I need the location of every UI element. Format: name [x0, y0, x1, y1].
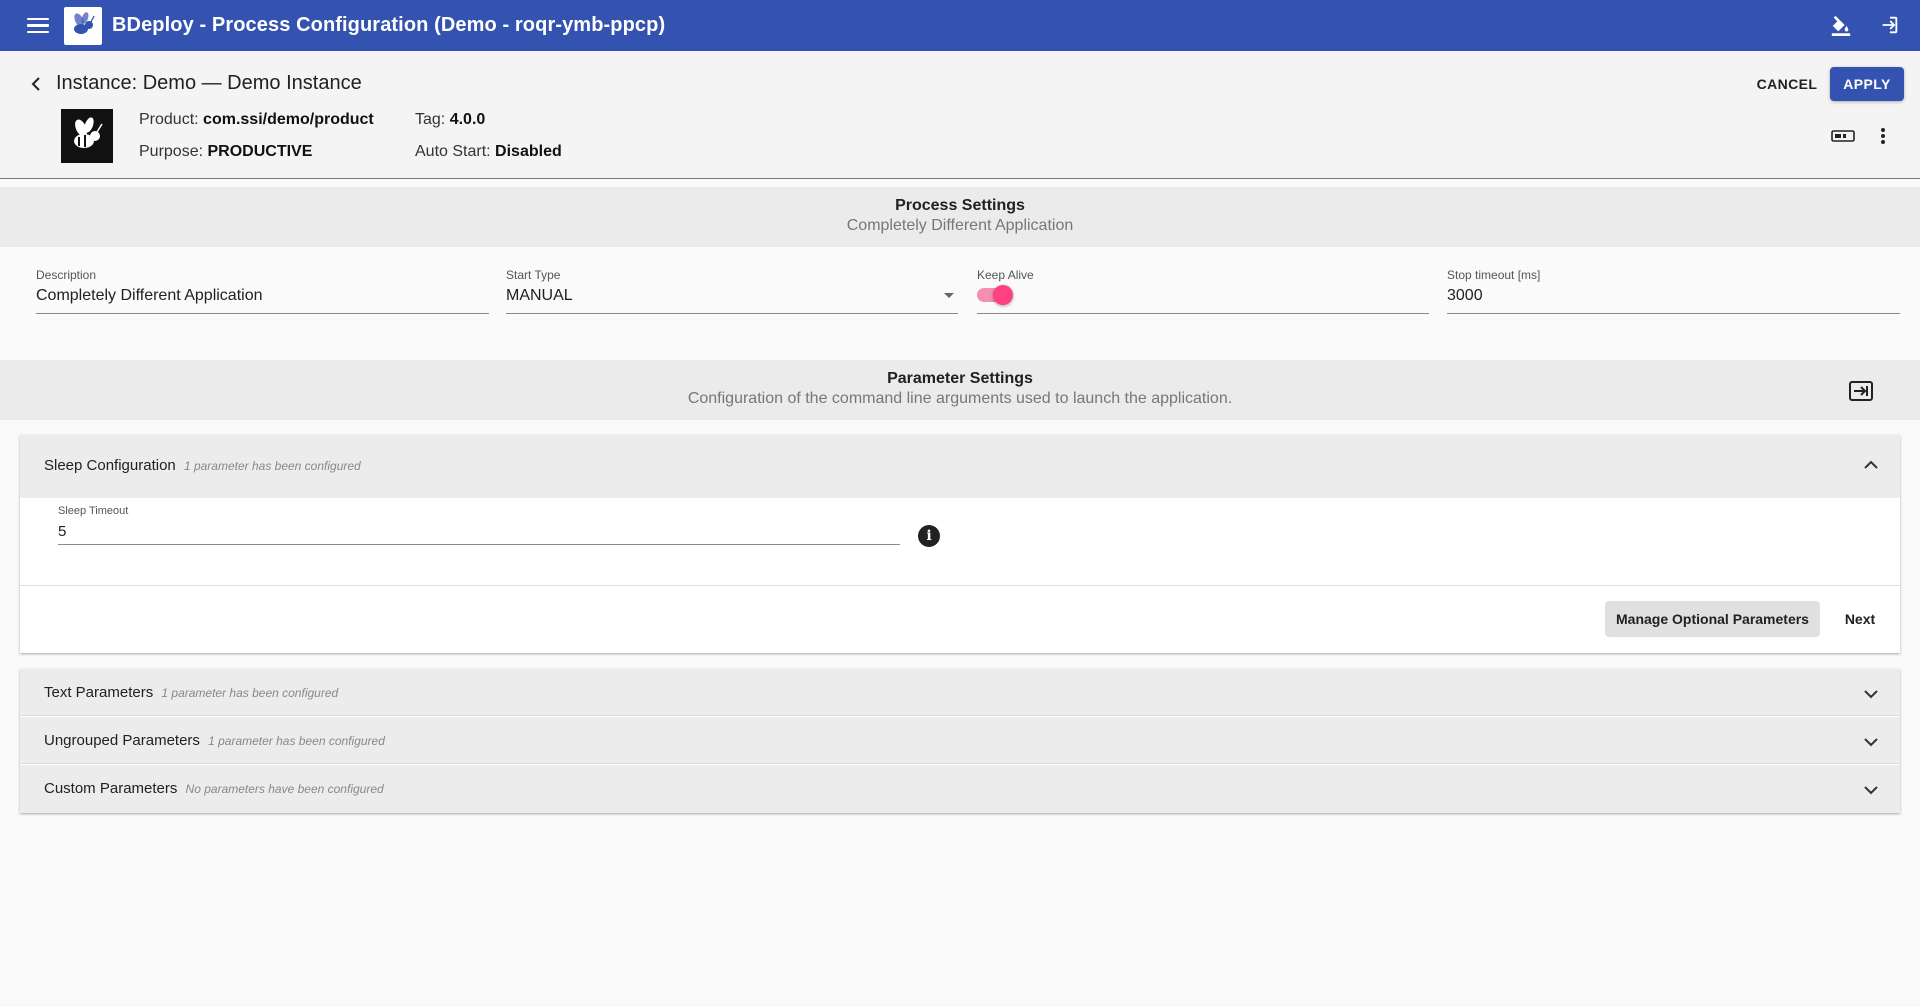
process-settings-subtitle: Completely Different Application — [846, 217, 1074, 234]
custom-parameters-header[interactable]: Custom Parameters No parameters have bee… — [20, 765, 1900, 813]
ungrouped-parameters-header[interactable]: Ungrouped Parameters 1 parameter has bee… — [20, 717, 1900, 764]
stop-timeout-field[interactable]: Stop timeout [ms] 3000 — [1447, 268, 1900, 314]
group-desc: 1 parameter has been configured — [183, 459, 361, 473]
tag-label: Tag: — [415, 111, 446, 128]
process-settings-title: Process Settings — [895, 197, 1025, 214]
description-field[interactable]: Description Completely Different Applica… — [36, 268, 489, 314]
keep-alive-label: Keep Alive — [977, 268, 1034, 282]
sleep-timeout-input[interactable]: 5 — [58, 523, 66, 540]
group-title: Sleep Configuration 1 parameter has been… — [44, 457, 361, 474]
autostart-label: Auto Start: — [415, 143, 491, 160]
product-info: Product: com.ssi/demo/product — [139, 111, 374, 129]
group-title-text: Text Parameters — [44, 684, 154, 701]
autostart-value: Disabled — [495, 143, 562, 160]
import-parameters-icon[interactable] — [1848, 380, 1874, 402]
collapsed-groups-panel: Text Parameters 1 parameter has been con… — [20, 669, 1900, 813]
tag-info: Tag: 4.0.0 — [415, 111, 485, 129]
next-button[interactable]: Next — [1830, 601, 1890, 637]
stop-timeout-input[interactable]: 3000 — [1447, 287, 1483, 305]
sleep-timeout-label: Sleep Timeout — [58, 505, 129, 517]
chevron-down-icon[interactable] — [1864, 735, 1878, 749]
text-parameters-header[interactable]: Text Parameters 1 parameter has been con… — [20, 669, 1900, 716]
parameter-settings-band: Parameter Settings Configuration of the … — [0, 360, 1920, 420]
instance-header: Instance: Demo — Demo Instance CANCEL AP… — [0, 51, 1920, 179]
parameter-settings-subtitle: Configuration of the command line argume… — [687, 390, 1233, 407]
product-logo — [61, 109, 113, 163]
group-title: Custom Parameters No parameters have bee… — [44, 780, 384, 797]
group-title: Ungrouped Parameters 1 parameter has bee… — [44, 732, 385, 749]
tag-value: 4.0.0 — [449, 111, 486, 128]
app-title: BDeploy - Process Configuration (Demo - … — [112, 14, 666, 36]
cancel-button[interactable]: CANCEL — [1748, 67, 1826, 101]
description-label: Description — [36, 268, 97, 282]
process-settings-band: Process Settings Completely Different Ap… — [0, 187, 1920, 247]
group-title-text: Sleep Configuration — [44, 457, 176, 474]
more-vert-icon[interactable] — [1872, 125, 1894, 147]
panel-divider — [20, 585, 1900, 586]
product-value: com.ssi/demo/product — [203, 111, 374, 128]
apply-button[interactable]: APPLY — [1830, 67, 1904, 101]
group-desc: 1 parameter has been configured — [161, 686, 339, 700]
sleep-configuration-header[interactable]: Sleep Configuration 1 parameter has been… — [20, 435, 1900, 498]
dropdown-arrow-icon[interactable] — [944, 293, 954, 298]
theme-paint-icon[interactable] — [1828, 12, 1854, 38]
chevron-left-icon[interactable] — [26, 72, 46, 96]
start-type-select[interactable]: Start Type MANUAL — [506, 268, 958, 314]
start-type-label: Start Type — [506, 268, 561, 282]
info-icon[interactable]: i — [918, 525, 940, 547]
sleep-timeout-field[interactable]: Sleep Timeout 5 — [58, 505, 900, 545]
process-port-icon[interactable] — [1830, 127, 1856, 145]
purpose-info: Purpose: PRODUCTIVE — [139, 143, 312, 161]
toggle-thumb[interactable] — [993, 285, 1013, 305]
stop-timeout-label: Stop timeout [ms] — [1447, 268, 1541, 282]
menu-icon[interactable] — [27, 17, 49, 34]
description-input[interactable]: Completely Different Application — [36, 287, 263, 305]
group-desc: No parameters have been configured — [185, 782, 384, 796]
group-title-text: Custom Parameters — [44, 780, 178, 797]
chevron-down-icon[interactable] — [1864, 783, 1878, 797]
purpose-label: Purpose: — [139, 143, 204, 160]
keep-alive-field: Keep Alive — [977, 268, 1429, 314]
instance-title: Instance: Demo — Demo Instance — [56, 72, 362, 94]
purpose-value: PRODUCTIVE — [207, 143, 313, 160]
start-type-value[interactable]: MANUAL — [506, 287, 573, 305]
logout-icon[interactable] — [1876, 12, 1902, 38]
app-toolbar: BDeploy - Process Configuration (Demo - … — [0, 0, 1920, 51]
group-desc: 1 parameter has been configured — [208, 734, 385, 748]
group-title-text: Ungrouped Parameters — [44, 732, 200, 749]
chevron-down-icon[interactable] — [1864, 687, 1878, 701]
keep-alive-toggle[interactable] — [977, 285, 1013, 305]
parameter-settings-title: Parameter Settings — [887, 370, 1033, 387]
bee-logo-icon — [64, 6, 102, 45]
group-title: Text Parameters 1 parameter has been con… — [44, 684, 338, 701]
chevron-up-icon[interactable] — [1864, 457, 1878, 471]
product-label: Product: — [139, 111, 199, 128]
manage-optional-parameters-button[interactable]: Manage Optional Parameters — [1605, 601, 1820, 637]
autostart-info: Auto Start: Disabled — [415, 143, 562, 161]
